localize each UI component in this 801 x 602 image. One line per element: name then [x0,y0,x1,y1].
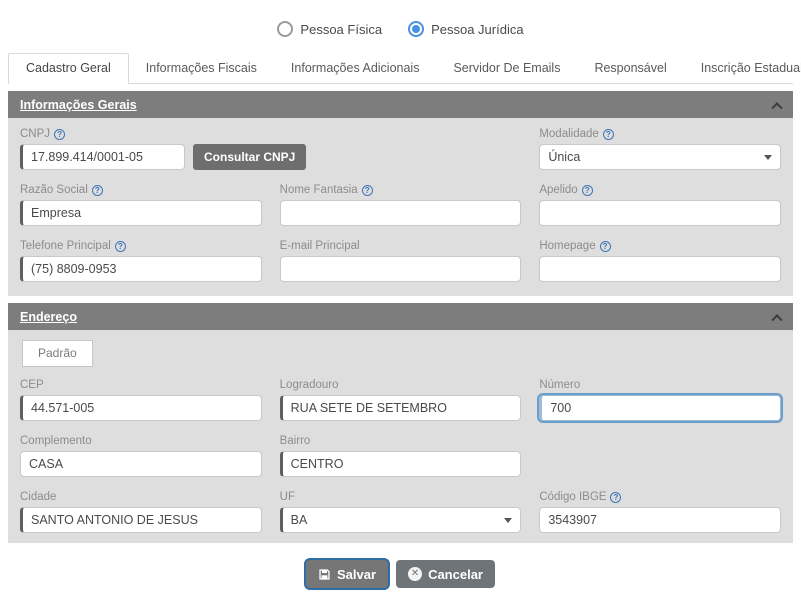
field-cidade: Cidade [20,491,262,533]
section-informacoes-gerais: Informações Gerais CNPJ ? Consultar CNPJ [8,91,793,296]
field-codigo-ibge: Código IBGE ? [539,491,781,533]
cidade-input[interactable] [20,507,262,533]
field-complemento: Complemento [20,435,262,477]
help-icon[interactable]: ? [603,129,614,140]
chevron-down-icon [504,518,512,523]
razao-social-label: Razão Social ? [20,184,262,196]
radio-pessoa-juridica-label: Pessoa Jurídica [431,22,524,37]
tab-informacoes-fiscais[interactable]: Informações Fiscais [129,54,274,83]
tab-endereco-padrao[interactable]: Padrão [22,340,93,367]
tab-cadastro-geral[interactable]: Cadastro Geral [8,53,129,84]
help-icon[interactable]: ? [582,185,593,196]
field-razao-social: Razão Social ? [20,184,262,226]
apelido-input[interactable] [539,200,781,226]
tab-informacoes-adicionais[interactable]: Informações Adicionais [274,54,437,83]
radio-pessoa-fisica[interactable]: Pessoa Física [277,21,382,37]
save-floppy-icon [318,568,331,581]
tab-servidor-de-emails[interactable]: Servidor De Emails [436,54,577,83]
collapse-chevron-up-icon[interactable] [771,102,782,113]
cnpj-label: CNPJ ? [20,128,521,140]
homepage-label: Homepage ? [539,240,781,252]
uf-select[interactable]: BA [280,507,522,533]
uf-label: UF [280,491,522,503]
email-principal-input[interactable] [280,256,522,282]
help-icon[interactable]: ? [54,129,65,140]
informacoes-gerais-body: CNPJ ? Consultar CNPJ Modalidade ? Única [8,118,793,296]
modalidade-label: Modalidade ? [539,128,781,140]
form-actions: Salvar ✕ Cancelar [0,560,801,588]
nome-fantasia-label: Nome Fantasia ? [280,184,522,196]
telefone-principal-input[interactable] [20,256,262,282]
radio-selected-icon[interactable] [408,21,424,37]
field-numero: Número [539,379,781,421]
codigo-ibge-input[interactable] [539,507,781,533]
nome-fantasia-input[interactable] [280,200,522,226]
main-tabbar: Cadastro Geral Informações Fiscais Infor… [8,53,793,84]
razao-social-input[interactable] [20,200,262,226]
radio-pessoa-juridica[interactable]: Pessoa Jurídica [408,21,524,37]
complemento-input[interactable] [20,451,262,477]
help-icon[interactable]: ? [362,185,373,196]
endereco-title: Endereço [20,310,77,324]
cancel-button-label: Cancelar [428,567,483,582]
cadastro-page: Pessoa Física Pessoa Jurídica Cadastro G… [0,0,801,602]
cancel-button[interactable]: ✕ Cancelar [396,560,495,588]
help-icon[interactable]: ? [115,241,126,252]
field-telefone-principal: Telefone Principal ? [20,240,262,282]
email-principal-label: E-mail Principal [280,240,522,252]
field-nome-fantasia: Nome Fantasia ? [280,184,522,226]
collapse-chevron-up-icon[interactable] [771,314,782,325]
numero-label: Número [539,379,781,391]
bairro-label: Bairro [280,435,522,447]
section-endereco: Endereço Padrão CEP Logradouro [8,303,793,543]
field-bairro: Bairro [280,435,522,477]
consultar-cnpj-button[interactable]: Consultar CNPJ [193,144,306,170]
modalidade-select[interactable]: Única [539,144,781,170]
cnpj-input[interactable] [20,144,185,170]
field-cnpj: CNPJ ? Consultar CNPJ [20,128,521,170]
logradouro-label: Logradouro [280,379,522,391]
numero-input[interactable] [539,395,781,421]
save-button[interactable]: Salvar [306,560,388,588]
radio-pessoa-fisica-label: Pessoa Física [300,22,382,37]
field-logradouro: Logradouro [280,379,522,421]
field-modalidade: Modalidade ? Única [539,128,781,170]
codigo-ibge-label: Código IBGE ? [539,491,781,503]
apelido-label: Apelido ? [539,184,781,196]
cancel-x-circle-icon: ✕ [408,567,422,581]
logradouro-input[interactable] [280,395,522,421]
field-cep: CEP [20,379,262,421]
field-apelido: Apelido ? [539,184,781,226]
tab-inscricao-estadual[interactable]: Inscrição Estadual [684,54,801,83]
save-button-label: Salvar [337,567,376,582]
chevron-down-icon [764,155,772,160]
cep-input[interactable] [20,395,262,421]
telefone-principal-label: Telefone Principal ? [20,240,262,252]
radio-unselected-icon[interactable] [277,21,293,37]
field-homepage: Homepage ? [539,240,781,282]
help-icon[interactable]: ? [610,492,621,503]
endereco-body: Padrão CEP Logradouro Número [8,330,793,543]
homepage-input[interactable] [539,256,781,282]
person-type-group: Pessoa Física Pessoa Jurídica [0,0,801,37]
complemento-label: Complemento [20,435,262,447]
field-uf: UF BA [280,491,522,533]
bairro-input[interactable] [280,451,522,477]
tab-responsavel[interactable]: Responsável [577,54,683,83]
help-icon[interactable]: ? [92,185,103,196]
help-icon[interactable]: ? [600,241,611,252]
cep-label: CEP [20,379,262,391]
field-email-principal: E-mail Principal [280,240,522,282]
cidade-label: Cidade [20,491,262,503]
informacoes-gerais-header[interactable]: Informações Gerais [8,91,793,118]
informacoes-gerais-title: Informações Gerais [20,98,137,112]
endereco-header[interactable]: Endereço [8,303,793,330]
